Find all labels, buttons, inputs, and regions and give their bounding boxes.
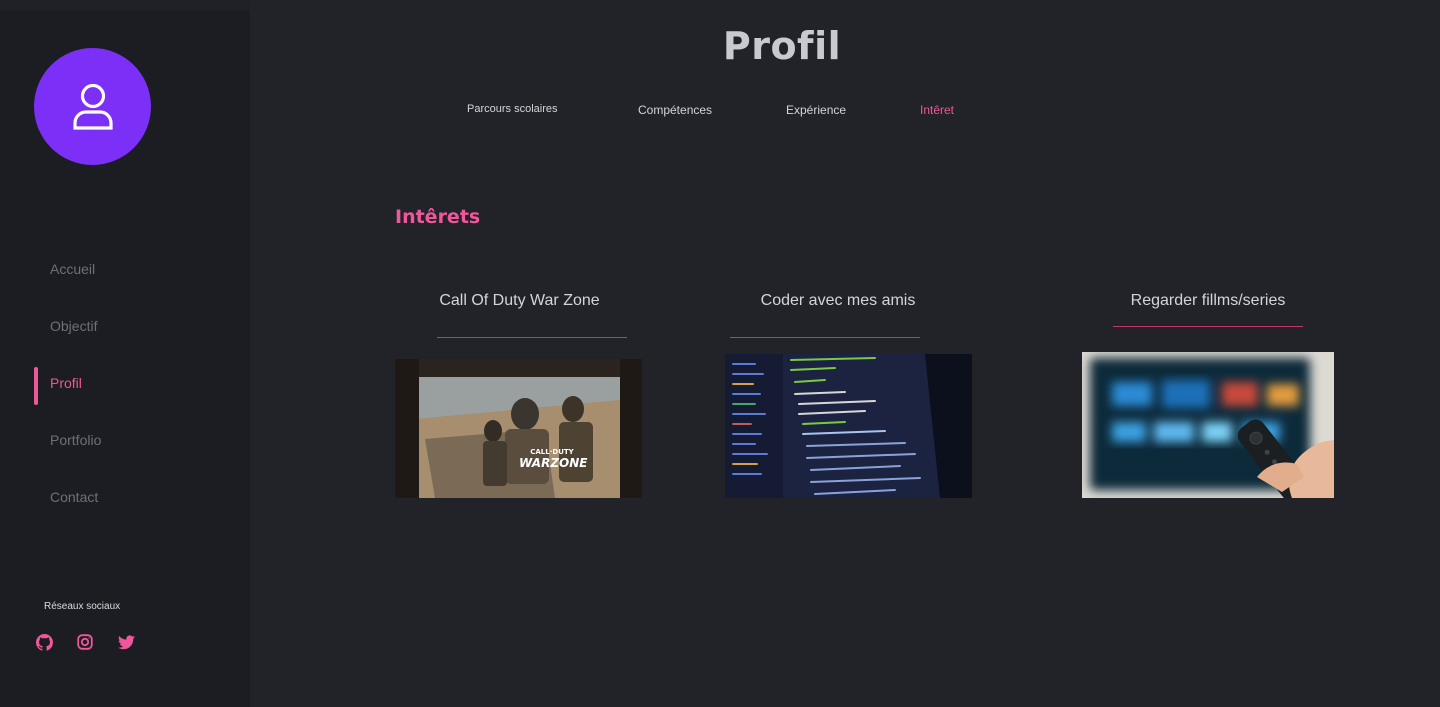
social-links [35, 633, 135, 651]
sidebar-item-label: Accueil [50, 260, 96, 277]
section-title: Intêrets [395, 206, 481, 228]
tab-experience[interactable]: Expérience [786, 103, 846, 117]
active-indicator [34, 367, 38, 405]
tv-remote-illustration [1082, 352, 1334, 498]
page-title: Profil [722, 24, 842, 68]
sidebar-item-portfolio[interactable]: Portfolio [0, 411, 250, 468]
sidebar-nav: Accueil Objectif Profil Portfolio Contac… [0, 240, 250, 525]
sidebar-item-label: Portfolio [50, 431, 102, 448]
sidebar-item-label: Profil [50, 374, 82, 391]
github-icon [35, 633, 53, 651]
main-content: Profil Parcours scolaires Compétences Ex… [250, 0, 1440, 707]
interest-title: Regarder fillms/series [1130, 292, 1286, 309]
sidebar-top-strip [0, 0, 250, 10]
interest-image-code [725, 354, 972, 498]
tab-parcours-scolaires[interactable]: Parcours scolaires [467, 103, 557, 115]
instagram-icon [77, 634, 93, 650]
sidebar-item-accueil[interactable]: Accueil [0, 240, 250, 297]
interest-underline [1113, 326, 1303, 327]
sidebar: Accueil Objectif Profil Portfolio Contac… [0, 0, 250, 707]
tab-competences[interactable]: Compétences [638, 103, 712, 117]
socials-label: Réseaux sociaux [44, 601, 121, 612]
github-link[interactable] [35, 633, 53, 651]
sidebar-item-label: Contact [50, 488, 99, 505]
sidebar-item-objectif[interactable]: Objectif [0, 297, 250, 354]
interest-underline [437, 337, 627, 338]
sidebar-item-profil[interactable]: Profil [0, 354, 250, 411]
interest-title: Coder avec mes amis [760, 292, 916, 309]
sidebar-item-contact[interactable]: Contact [0, 468, 250, 525]
code-screen-illustration [725, 354, 972, 498]
instagram-link[interactable] [76, 633, 94, 651]
twitter-icon [117, 634, 135, 649]
warzone-logo: CALL·DUTY WARZONE [519, 448, 588, 470]
profile-tabs: Parcours scolaires Compétences Expérienc… [250, 103, 1440, 119]
user-icon [72, 83, 113, 130]
sidebar-item-label: Objectif [50, 317, 98, 334]
interest-image-warzone: CALL·DUTY WARZONE [395, 359, 642, 498]
tab-interet[interactable]: Intêret [920, 103, 954, 117]
interest-title: Call Of Duty War Zone [439, 292, 600, 309]
warzone-illustration [395, 359, 642, 498]
interest-underline [730, 337, 920, 338]
twitter-link[interactable] [117, 633, 135, 651]
avatar[interactable] [34, 48, 151, 165]
interest-image-tv [1082, 352, 1334, 498]
